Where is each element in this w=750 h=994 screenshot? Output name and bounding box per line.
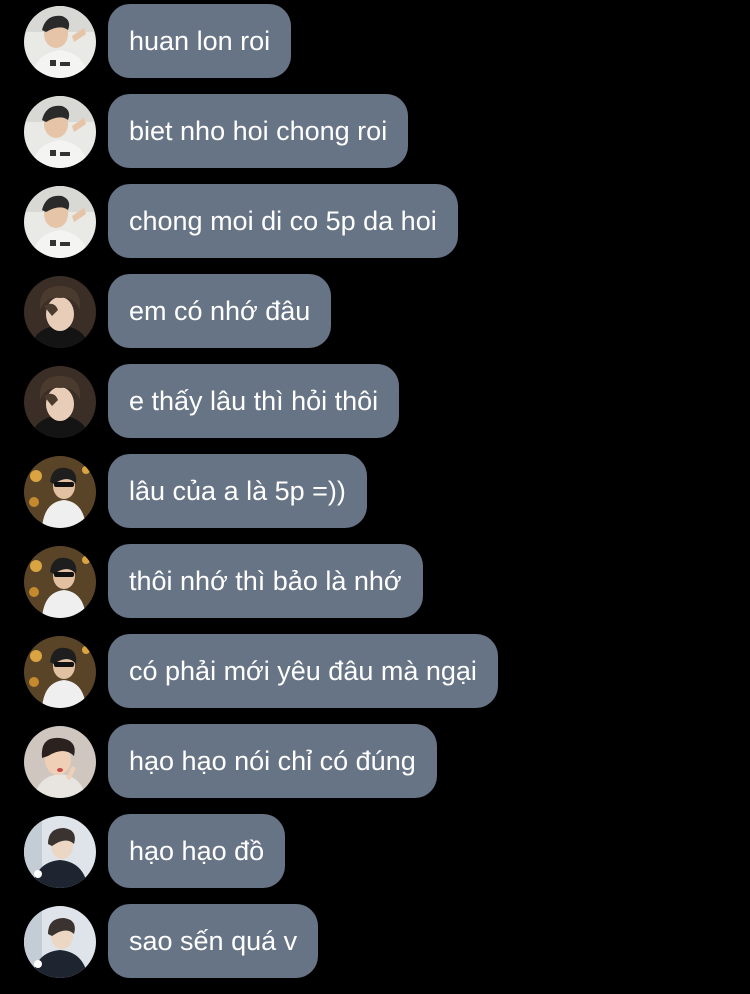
avatar-user-c[interactable] <box>24 636 96 708</box>
avatar-user-b[interactable] <box>24 276 96 348</box>
avatar-user-a[interactable] <box>24 96 96 168</box>
avatar-user-c[interactable] <box>24 546 96 618</box>
message-bubble[interactable]: em có nhớ đâu <box>108 274 332 348</box>
message-row: huan lon roi <box>0 4 750 78</box>
message-bubble[interactable]: huan lon roi <box>108 4 292 78</box>
avatar-user-e[interactable] <box>24 816 96 888</box>
message-bubble[interactable]: lâu của a là 5p =)) <box>108 454 367 528</box>
message-row: lâu của a là 5p =)) <box>0 454 750 528</box>
message-bubble[interactable]: thôi nhớ thì bảo là nhớ <box>108 544 423 618</box>
chat-message-list: huan lon roi biet nho hoi chong roi chon… <box>0 4 750 994</box>
avatar-user-d[interactable] <box>24 726 96 798</box>
message-row: sao sến quá v <box>0 904 750 978</box>
avatar-user-e[interactable] <box>24 906 96 978</box>
avatar-user-a[interactable] <box>24 186 96 258</box>
message-row: có phải mới yêu đâu mà ngại <box>0 634 750 708</box>
message-row: hạo hạo nói chỉ có đúng <box>0 724 750 798</box>
message-bubble[interactable]: sao sến quá v <box>108 904 319 978</box>
message-bubble[interactable]: chong moi di co 5p da hoi <box>108 184 458 258</box>
avatar-user-c[interactable] <box>24 456 96 528</box>
avatar-user-a[interactable] <box>24 6 96 78</box>
message-bubble[interactable]: có phải mới yêu đâu mà ngại <box>108 634 498 708</box>
message-bubble[interactable]: hạo hạo nói chỉ có đúng <box>108 724 437 798</box>
message-bubble[interactable]: biet nho hoi chong roi <box>108 94 409 168</box>
avatar-user-b[interactable] <box>24 366 96 438</box>
message-row: biet nho hoi chong roi <box>0 94 750 168</box>
message-row: e thấy lâu thì hỏi thôi <box>0 364 750 438</box>
message-row: chong moi di co 5p da hoi <box>0 184 750 258</box>
message-bubble[interactable]: e thấy lâu thì hỏi thôi <box>108 364 400 438</box>
message-row: thôi nhớ thì bảo là nhớ <box>0 544 750 618</box>
message-bubble[interactable]: hạo hạo đồ <box>108 814 286 888</box>
message-row: em có nhớ đâu <box>0 274 750 348</box>
message-row: hạo hạo đồ <box>0 814 750 888</box>
